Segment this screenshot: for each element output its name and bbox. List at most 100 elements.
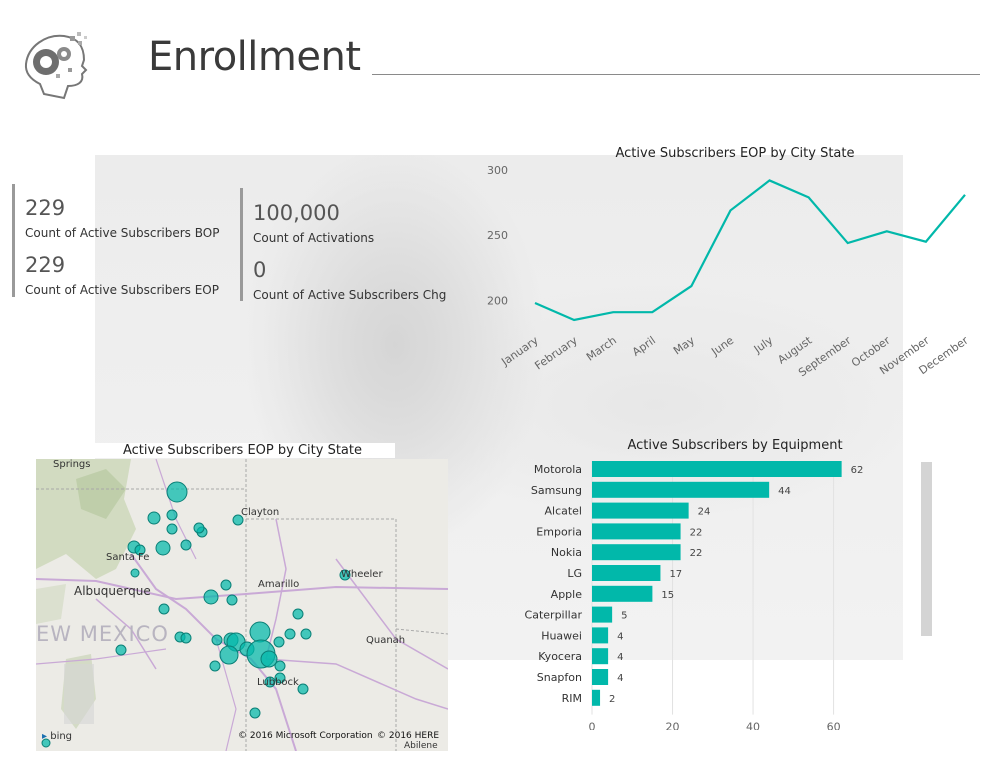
map-bubble[interactable] [220,579,232,591]
map-bubble[interactable] [166,509,178,521]
map-city-label: Santa Fe [106,552,150,563]
data-label: 4 [617,631,623,642]
map-city-label: Albuquerque [74,584,151,598]
map-bubble[interactable] [158,603,170,615]
map-bubble[interactable] [193,522,205,534]
map-bubble[interactable] [209,660,221,672]
category-label: Samsung [531,484,582,497]
title-divider [372,74,980,75]
map-bubble[interactable] [166,523,178,535]
page-title: Enrollment [148,34,361,80]
map-city-label: Quanah [366,635,406,646]
map-bubble[interactable] [292,608,304,620]
kpi-label: Count of Active Subscribers Chg [253,288,447,302]
x-tick-label: 60 [827,721,841,730]
data-label: 62 [851,465,864,476]
bar-chart[interactable]: 0 20 40 60Motorola 62Samsung 44Alcatel 24Empor… [510,455,920,730]
map-bubble[interactable] [155,540,171,556]
kpi-label: Count of Active Subscribers BOP [25,226,220,240]
x-tick-label: June [708,334,736,359]
data-label: 24 [698,507,711,518]
data-label: 22 [690,527,703,538]
map-bubble[interactable] [300,628,312,640]
bar-chart-scrollbar[interactable] [921,462,932,636]
kpi-value: 229 [25,196,66,220]
kpi-divider [240,188,243,301]
x-tick-label: 40 [746,721,760,730]
kpi-divider [12,184,15,297]
series-line[interactable] [534,179,966,322]
map-city-label: Clayton [241,507,280,518]
category-label: Apple [551,588,583,601]
bar[interactable] [592,689,601,706]
category-label: LG [567,567,582,580]
data-label: 4 [617,652,623,663]
data-label: 5 [621,611,627,622]
bar[interactable] [592,565,661,581]
x-tick-label: May [671,334,697,358]
category-label: Caterpillar [525,609,583,622]
map-bubble[interactable] [130,568,140,578]
category-label: Kyocera [538,650,582,663]
x-tick-label: April [630,334,658,359]
bar[interactable] [592,523,681,540]
data-label: 17 [669,569,682,580]
bar[interactable] [592,481,770,498]
data-label: 22 [690,548,703,559]
bing-icon: ▸ [42,731,48,742]
category-label: Huawei [541,629,582,642]
map-bubble[interactable] [273,636,285,648]
map-bubble[interactable] [147,511,161,525]
map-city-label: Amarillo [258,579,300,590]
bing-logo-text: bing [50,731,73,742]
y-tick-label: 200 [487,294,508,307]
map-credit: © 2016 HERE [377,731,440,741]
bubble-map[interactable]: EW MEXICO Springs Clayton Santa Fe Albuq… [36,459,448,751]
data-label: 44 [778,486,791,497]
bar[interactable] [592,627,609,644]
map-bubble[interactable] [226,594,238,606]
bar[interactable] [592,461,842,477]
bar[interactable] [592,502,689,519]
category-label: Snapfon [537,671,582,684]
bar[interactable] [592,669,609,685]
map-bubble[interactable] [180,539,192,551]
line-chart[interactable]: 200250300JanuaryFebruary March April May Jun… [480,160,990,390]
brain-gear-logo [24,32,88,100]
map-bubble[interactable] [211,634,223,646]
category-label: Alcatel [544,505,582,518]
map-bubbles[interactable] [36,459,448,751]
x-tick-label: July [751,334,776,357]
map-city-label: Springs [53,459,91,470]
bar[interactable] [592,648,609,665]
map-city-label: Abilene [404,741,438,751]
map-bubble[interactable] [166,481,188,503]
bar[interactable] [592,544,681,561]
y-tick-label: 250 [487,229,508,242]
map-bubble[interactable] [180,632,192,644]
kpi-value: 0 [253,258,267,282]
kpi-label: Count of Activations [253,231,375,245]
map-bubble[interactable] [249,707,261,719]
map-bubble[interactable] [260,650,278,668]
map-bubble[interactable] [274,660,286,672]
bar-chart-title: Active Subscribers by Equipment [627,438,843,453]
map-bubble[interactable] [297,683,309,695]
map-bubble[interactable] [115,644,127,656]
bar[interactable] [592,606,613,623]
kpi-value: 100,000 [253,201,340,225]
map-bubble[interactable] [284,628,296,640]
bing-logo: ▸ bing [42,731,72,742]
x-tick-label: 20 [666,721,680,730]
map-bubble[interactable] [249,621,271,643]
data-label: 4 [617,673,623,684]
bar[interactable] [592,585,653,602]
x-tick-label: 0 [589,721,596,730]
map-bubble[interactable] [203,589,219,605]
map-title: Active Subscribers EOP by City State [90,443,395,458]
data-label: 2 [609,694,615,705]
category-label: RIM [562,692,582,705]
map-bubble[interactable] [219,645,239,665]
category-label: Emporia [536,525,582,538]
data-label: 15 [661,590,674,601]
